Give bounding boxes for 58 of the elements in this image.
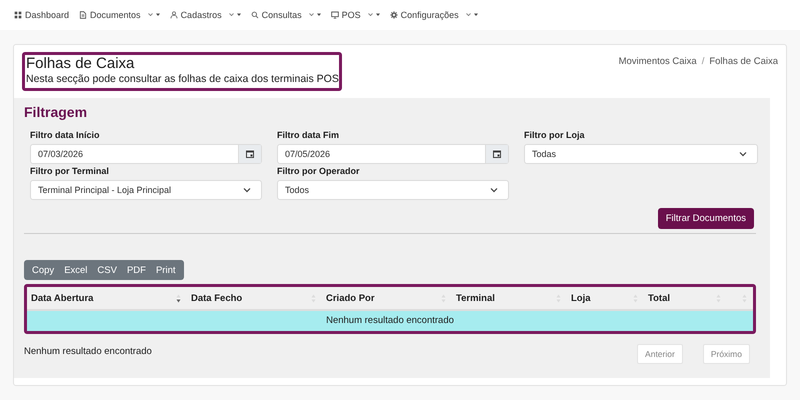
export-button[interactable]: PDF xyxy=(122,260,151,280)
date-field[interactable]: 07/05/2026 xyxy=(277,144,509,164)
calendar-icon xyxy=(493,150,501,158)
nav-menu-item[interactable]: POS xyxy=(330,10,380,20)
caret-icon xyxy=(368,12,380,18)
export-button[interactable]: CSV xyxy=(92,260,122,280)
select-field[interactable]: Terminal Principal - Loja Principal xyxy=(30,180,262,200)
nav-menu-item[interactable]: Cadastros xyxy=(170,10,241,20)
chevron-down-icon xyxy=(739,151,747,157)
breadcrumb-separator: / xyxy=(702,56,704,67)
nav-menu-item[interactable]: Configurações xyxy=(390,10,478,20)
grid-icon xyxy=(14,11,22,19)
field-label: Filtro por Operador xyxy=(277,166,361,176)
column-title: Data Abertura xyxy=(31,292,94,304)
breadcrumb-item: Folhas de Caixa xyxy=(709,56,778,67)
column-header[interactable]: Data Fecho xyxy=(187,287,322,309)
breadcrumb-item[interactable]: Movimentos Caixa xyxy=(618,56,697,67)
filter-title: Filtragem xyxy=(24,104,88,120)
chevron-down-icon xyxy=(243,187,251,193)
gear-icon xyxy=(390,11,398,19)
export-button[interactable]: Excel xyxy=(59,260,92,280)
column-header[interactable]: Total xyxy=(644,287,727,309)
caret-icon xyxy=(466,12,478,18)
document-icon xyxy=(79,11,88,19)
column-header[interactable]: Loja xyxy=(567,287,644,309)
field-label: Filtro por Loja xyxy=(524,130,586,140)
monitor-icon xyxy=(330,11,339,19)
caret-icon xyxy=(308,12,321,18)
field-label: Filtro data Fim xyxy=(277,130,340,140)
chevron-down-icon xyxy=(490,187,498,193)
column-header[interactable]: Criado Por xyxy=(322,287,452,309)
person-icon xyxy=(170,11,178,19)
nav-menu-item[interactable]: Dashboard xyxy=(14,10,70,20)
column-title: Data Fecho xyxy=(191,292,242,304)
select-field[interactable]: Todos xyxy=(277,180,509,200)
export-button[interactable]: Print xyxy=(150,260,181,280)
page-subtitle: Nesta secção pode consultar as folhas de caixa dos terminais POS xyxy=(26,73,339,86)
field-label: Filtro data Início xyxy=(30,130,101,140)
column-title: Terminal xyxy=(456,292,495,304)
calendar-icon xyxy=(246,150,254,158)
caret-icon xyxy=(228,12,241,18)
export-button[interactable]: Copy xyxy=(27,260,60,280)
nav-menu-item[interactable]: Documentos xyxy=(79,10,160,20)
select-field[interactable]: Todas xyxy=(524,144,758,164)
column-title: Loja xyxy=(571,292,591,304)
column-title: Total xyxy=(648,292,670,304)
column-title: Criado Por xyxy=(326,292,375,304)
filter-button[interactable]: Filtrar Documentos xyxy=(658,208,754,229)
table-info: Nenhum resultado encontrado xyxy=(24,346,152,356)
page-title: Folhas de Caixa xyxy=(26,55,136,73)
nav-menu-item[interactable]: Consultas xyxy=(250,10,321,20)
date-field[interactable]: 07/03/2026 xyxy=(30,144,262,164)
column-header[interactable]: Data Abertura xyxy=(27,287,187,309)
empty-table-message: Nenhum resultado encontrado xyxy=(27,311,753,331)
search-icon xyxy=(250,11,259,19)
column-header[interactable]: Terminal xyxy=(452,287,567,309)
field-label: Filtro por Terminal xyxy=(30,166,110,176)
caret-icon xyxy=(148,12,160,18)
